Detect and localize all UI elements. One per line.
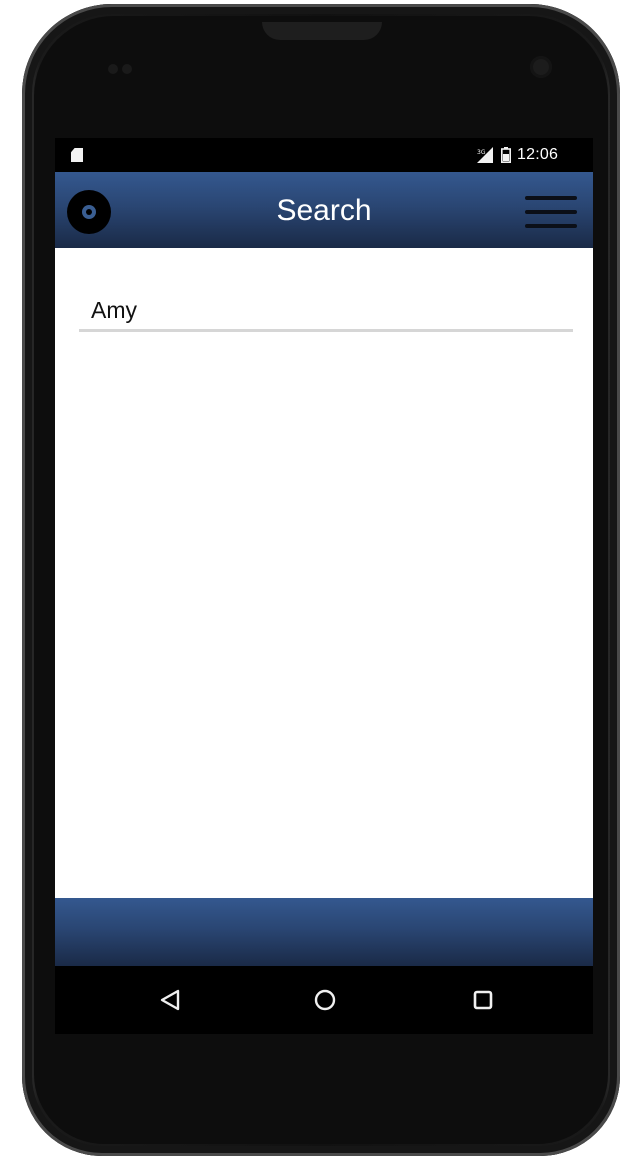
back-triangle-icon[interactable] [152, 984, 188, 1016]
search-content [55, 248, 593, 902]
network-type-label: 3G [477, 149, 486, 156]
footer-bar [55, 898, 593, 966]
status-bar: 3G 12:06 [55, 138, 593, 172]
signal-icon: 3G [477, 147, 493, 163]
home-circle-icon[interactable] [307, 984, 343, 1016]
app-bar: Search [55, 172, 593, 248]
recents-square-icon[interactable] [465, 984, 501, 1016]
page-title: Search [276, 194, 372, 227]
status-time: 12:06 [517, 146, 559, 163]
search-input[interactable] [79, 292, 573, 332]
hamburger-menu-icon[interactable] [525, 196, 577, 232]
battery-icon [501, 147, 511, 163]
earpiece-speaker [262, 22, 382, 40]
device-screen: 3G 12:06 Search [55, 138, 593, 1034]
front-camera [530, 56, 552, 78]
sd-card-icon [71, 148, 83, 162]
navigation-bar [55, 966, 593, 1034]
proximity-sensors [108, 64, 118, 74]
